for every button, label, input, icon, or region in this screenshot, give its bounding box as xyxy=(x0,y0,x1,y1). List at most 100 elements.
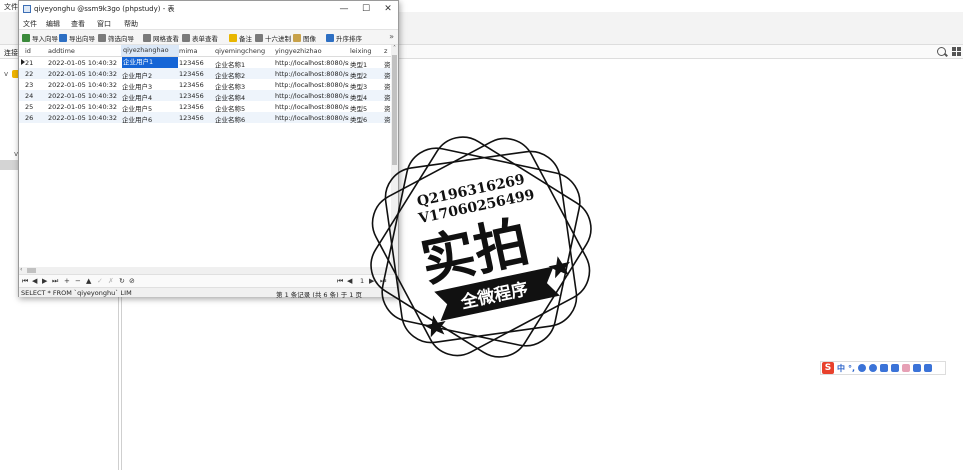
skin-icon[interactable] xyxy=(902,364,911,372)
cell-addtime[interactable]: 2022-01-05 10:40:32 xyxy=(48,103,120,111)
maximize-button[interactable]: ☐ xyxy=(358,3,374,15)
tree-selected-item[interactable] xyxy=(0,160,18,170)
cell-leixing[interactable]: 类型1 xyxy=(350,59,382,69)
cell-qiyezhanghao[interactable]: 企业用户4 xyxy=(122,92,178,102)
toolbar-overflow-button[interactable]: » xyxy=(389,32,394,41)
cell-leixing[interactable]: 类型3 xyxy=(350,81,382,91)
note-button[interactable]: 备注 xyxy=(229,33,252,43)
tree-expand-arrow[interactable]: v xyxy=(4,70,8,78)
cell-leixing[interactable]: 类型6 xyxy=(350,114,382,124)
import-wizard-button[interactable]: 导入向导 xyxy=(22,33,58,43)
cell-qiyezhanghao[interactable]: 企业用户6 xyxy=(122,114,178,124)
cell-addtime[interactable]: 2022-01-05 10:40:32 xyxy=(48,59,120,67)
menu-file[interactable]: 文件 xyxy=(23,19,37,29)
close-button[interactable]: ✕ xyxy=(380,3,396,15)
first-page-button[interactable]: ⏮ xyxy=(337,277,343,286)
grid-view-icon[interactable] xyxy=(952,47,961,56)
column-header-yingyezhizhao[interactable]: yingyezhizhao xyxy=(275,47,322,55)
stop-button[interactable]: ⊘ xyxy=(129,277,135,285)
menu-window[interactable]: 窗口 xyxy=(97,19,111,29)
cell-qiyemingcheng[interactable]: 企业名称4 xyxy=(215,92,273,102)
prev-page-button[interactable]: ◀ xyxy=(347,277,352,285)
cell-mima[interactable]: 123456 xyxy=(179,81,213,89)
cell-qiyezhanghao[interactable]: 企业用户1 xyxy=(122,57,178,68)
column-header-addtime[interactable]: addtime xyxy=(48,47,75,55)
add-record-button[interactable]: + xyxy=(64,277,70,285)
cell-id[interactable]: 22 xyxy=(25,70,45,78)
form-view-button[interactable]: 表单查看 xyxy=(182,33,218,43)
prev-record-button[interactable]: ◀ xyxy=(32,277,37,285)
search-icon[interactable] xyxy=(937,47,946,56)
refresh-button[interactable]: ↻ xyxy=(119,277,125,285)
user-icon[interactable] xyxy=(891,364,900,372)
cell-id[interactable]: 23 xyxy=(25,81,45,89)
table-row[interactable]: 26 2022-01-05 10:40:32 企业用户6 123456 企业名称6 htt… xyxy=(19,112,391,124)
tools-icon[interactable] xyxy=(913,364,922,372)
table-row[interactable]: 25 2022-01-05 10:40:32 企业用户5 123456 企业名称5 htt… xyxy=(19,101,391,113)
discard-button[interactable]: ✗ xyxy=(108,277,114,285)
table-row[interactable]: 22 2022-01-05 10:40:32 企业用户2 123456 企业名称2 htt… xyxy=(19,68,391,80)
cell-addtime[interactable]: 2022-01-05 10:40:32 xyxy=(48,81,120,89)
export-wizard-button[interactable]: 导出向导 xyxy=(59,33,95,43)
window-titlebar[interactable]: qiyeyonghu @ssm9k3go (phpstudy) - 表 — ☐ … xyxy=(19,1,398,17)
cell-yingyezhizhao[interactable]: http://localhost:8080/ssm xyxy=(275,81,349,89)
filter-wizard-button[interactable]: 筛选向导 xyxy=(98,33,134,43)
last-record-button[interactable]: ⏭ xyxy=(52,277,58,286)
sort-ascending-button[interactable]: 升序排序 xyxy=(326,33,362,43)
page-number-input[interactable]: 1 xyxy=(360,277,364,285)
cell-yingyezhizhao[interactable]: http://localhost:8080/ssm xyxy=(275,59,349,67)
scroll-up-icon[interactable]: ˄ xyxy=(391,45,398,52)
minimize-button[interactable]: — xyxy=(336,3,352,15)
cell-mima[interactable]: 123456 xyxy=(179,70,213,78)
menu-grid-icon[interactable] xyxy=(924,364,933,372)
cell-id[interactable]: 25 xyxy=(25,103,45,111)
keyboard-icon[interactable] xyxy=(880,364,889,372)
cell-qiyezhanghao[interactable]: 企业用户3 xyxy=(122,81,178,91)
horizontal-scrollbar[interactable]: ‹ › xyxy=(19,266,391,274)
apply-button[interactable]: ✓ xyxy=(97,277,103,285)
cell-id[interactable]: 26 xyxy=(25,114,45,122)
next-record-button[interactable]: ▶ xyxy=(42,277,47,285)
emoji-icon[interactable] xyxy=(858,364,867,372)
cell-qiyemingcheng[interactable]: 企业名称2 xyxy=(215,70,273,80)
cell-id[interactable]: 21 xyxy=(25,59,45,67)
cell-yingyezhizhao[interactable]: http://localhost:8080/ssm xyxy=(275,114,349,122)
menu-edit[interactable]: 编辑 xyxy=(46,19,60,29)
horizontal-scroll-thumb[interactable] xyxy=(27,268,36,273)
menu-help[interactable]: 帮助 xyxy=(124,19,138,29)
cell-yingyezhizhao[interactable]: http://localhost:8080/ssm xyxy=(275,70,349,78)
hex-button[interactable]: 十六进制 xyxy=(255,33,291,43)
cell-mima[interactable]: 123456 xyxy=(179,114,213,122)
menu-view[interactable]: 查看 xyxy=(71,19,85,29)
column-header-id[interactable]: id xyxy=(25,47,31,55)
table-row[interactable]: 24 2022-01-05 10:40:32 企业用户4 123456 企业名称4 htt… xyxy=(19,90,391,102)
column-header-leixing[interactable]: leixing xyxy=(350,47,372,55)
delete-record-button[interactable]: − xyxy=(75,277,81,285)
cell-addtime[interactable]: 2022-01-05 10:40:32 xyxy=(48,92,120,100)
table-row[interactable]: 21 2022-01-05 10:40:32 企业用户1 123456 企业名称1 htt… xyxy=(19,57,391,69)
cell-qiyezhanghao[interactable]: 企业用户2 xyxy=(122,70,178,80)
column-header-mima[interactable]: mima xyxy=(179,47,197,55)
cell-yingyezhizhao[interactable]: http://localhost:8080/ssm xyxy=(275,92,349,100)
cell-qiyemingcheng[interactable]: 企业名称1 xyxy=(215,59,273,69)
cell-addtime[interactable]: 2022-01-05 10:40:32 xyxy=(48,70,120,78)
cell-qiyezhanghao[interactable]: 企业用户5 xyxy=(122,103,178,113)
cell-qiyemingcheng[interactable]: 企业名称5 xyxy=(215,103,273,113)
first-record-button[interactable]: ⏮ xyxy=(22,277,28,286)
cell-yingyezhizhao[interactable]: http://localhost:8080/ssm xyxy=(275,103,349,111)
grid-view-button[interactable]: 网格查看 xyxy=(143,33,179,43)
background-menu-file[interactable]: 文件 xyxy=(4,2,18,12)
column-header-z[interactable]: z xyxy=(384,47,387,55)
cell-mima[interactable]: 123456 xyxy=(179,59,213,67)
scroll-left-icon[interactable]: ‹ xyxy=(20,266,22,273)
ime-punctuation-label[interactable]: °, xyxy=(848,364,855,373)
column-header-qiyezhanghao[interactable]: qiyezhanghao xyxy=(121,45,179,56)
cell-mima[interactable]: 123456 xyxy=(179,103,213,111)
cell-leixing[interactable]: 类型2 xyxy=(350,70,382,80)
column-header-qiyemingcheng[interactable]: qiyemingcheng xyxy=(215,47,265,55)
move-up-button[interactable]: ▲ xyxy=(86,277,91,285)
ime-mode-label[interactable]: 中 xyxy=(837,363,845,374)
image-button[interactable]: 图像 xyxy=(293,33,316,43)
microphone-icon[interactable] xyxy=(869,364,878,372)
cell-leixing[interactable]: 类型5 xyxy=(350,103,382,113)
